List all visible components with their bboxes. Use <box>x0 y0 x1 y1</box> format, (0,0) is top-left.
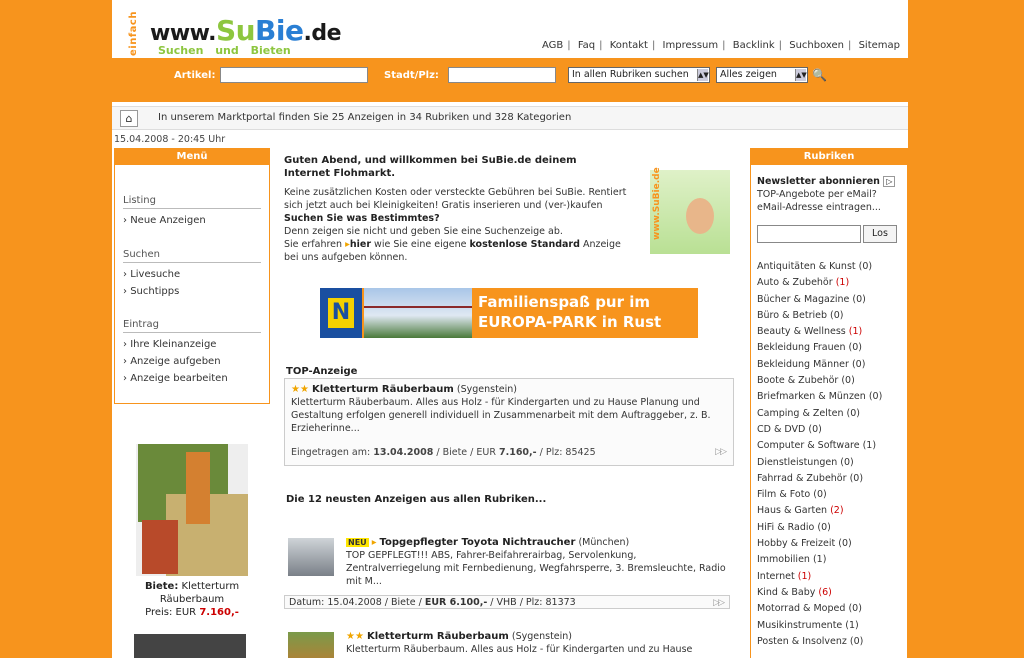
rubric-item[interactable]: Computer & Software (1) <box>757 438 903 454</box>
listing-item[interactable]: ★★ Kletterturm Räuberbaum (Sygenstein) K… <box>284 630 732 658</box>
home-icon[interactable]: ⌂ <box>120 110 138 127</box>
left-menu: Menü Listing › Neue Anzeigen Suchen › Li… <box>114 148 270 404</box>
rubric-item[interactable]: CD & DVD (0) <box>757 422 903 438</box>
forward-icon[interactable]: ▷▷ <box>715 447 727 457</box>
rubric-item[interactable]: Beauty & Wellness (1) <box>757 324 903 340</box>
rubric-item[interactable]: Dienstleistungen (0) <box>757 455 903 471</box>
promo-image-2[interactable] <box>134 634 246 658</box>
top-navigation: AGB | Faq | Kontakt | Impressum | Backlink | … <box>541 40 900 51</box>
right-rubrics-panel: Rubriken Newsletter abonnieren ▷ TOP-Ang… <box>750 148 908 658</box>
menu-section-eintrag: Eintrag <box>123 319 261 333</box>
portal-stats: In unserem Marktportal finden Sie 25 Anz… <box>158 112 572 123</box>
top-ad-meta: Eingetragen am: 13.04.2008 / Biete / EUR… <box>291 447 596 458</box>
menu-title: Menü <box>115 149 269 165</box>
select-arrow-icon: ▲▼ <box>697 69 709 81</box>
rubrik-select[interactable]: In allen Rubriken suchen ▲▼ <box>568 67 710 83</box>
listing-thumbnail[interactable] <box>288 538 334 576</box>
hier-link[interactable]: hier <box>350 239 371 250</box>
rubric-item[interactable]: Antiquitäten & Kunst (0) <box>757 259 903 275</box>
promo-image[interactable] <box>136 444 248 576</box>
top-ad-label: TOP-Anzeige <box>286 366 358 377</box>
rubric-list: Antiquitäten & Kunst (0) Auto & Zubehör … <box>757 259 903 650</box>
rubric-item[interactable]: Film & Foto (0) <box>757 487 903 503</box>
page-container: einfach www.SuBie.de Suchen und Bieten A… <box>112 0 908 658</box>
nav-faq[interactable]: Faq <box>578 40 595 51</box>
stadt-label: Stadt/Plz: <box>384 70 439 81</box>
rubric-item[interactable]: Haus & Garten (2) <box>757 503 903 519</box>
nav-agb[interactable]: AGB <box>542 40 563 51</box>
star-icon: ★★ <box>346 631 364 642</box>
rubric-item[interactable]: Internet (1) <box>757 569 903 585</box>
top-ad-box[interactable]: ★★ Kletterturm Räuberbaum (Sygenstein) K… <box>284 378 734 466</box>
listing-title[interactable]: Kletterturm Räuberbaum <box>367 631 509 642</box>
welcome-heading: Guten Abend, und willkommen bei SuBie.de… <box>284 155 577 179</box>
logo-subtitle: Suchen und Bieten <box>158 44 291 57</box>
forward-icon[interactable]: ▷▷ <box>713 596 725 610</box>
nav-backlink[interactable]: Backlink <box>733 40 775 51</box>
rubric-item[interactable]: Motorrad & Moped (0) <box>757 601 903 617</box>
rubric-item[interactable]: Hobby & Freizeit (0) <box>757 536 903 552</box>
search-icon[interactable]: 🔍 <box>812 68 827 82</box>
welcome-image: www.SuBie.de <box>650 167 730 254</box>
top-ad-body: Kletterturm Räuberbaum. Alles aus Holz -… <box>291 397 711 434</box>
rubric-item[interactable]: Posten & Insolvenz (0) <box>757 634 903 650</box>
nav-kontakt[interactable]: Kontakt <box>610 40 648 51</box>
menu-item-ihre-kleinanzeige[interactable]: › Ihre Kleinanzeige <box>123 339 216 350</box>
rubriken-title: Rubriken <box>751 149 907 165</box>
listing-title[interactable]: Topgepflegter Toyota Nichtraucher <box>380 537 576 548</box>
menu-item-anzeige-bearbeiten[interactable]: › Anzeige bearbeiten <box>123 373 228 384</box>
newsletter-submit-button[interactable]: Los <box>863 225 897 243</box>
listing-item[interactable]: NEU ▸ Topgepflegter Toyota Nichtraucher … <box>284 536 732 592</box>
rubric-item[interactable]: Camping & Zelten (0) <box>757 406 903 422</box>
rubric-item[interactable]: Musikinstrumente (1) <box>757 618 903 634</box>
welcome-text: Keine zusätzlichen Kosten oder versteckt… <box>284 187 627 263</box>
rubric-item[interactable]: Briefmarken & Münzen (0) <box>757 389 903 405</box>
menu-item-anzeige-aufgeben[interactable]: › Anzeige aufgeben <box>123 356 221 367</box>
current-datetime: 15.04.2008 - 20:45 Uhr <box>114 134 226 145</box>
rubric-item[interactable]: Büro & Betrieb (0) <box>757 308 903 324</box>
nav-impressum[interactable]: Impressum <box>663 40 719 51</box>
menu-item-suchtipps[interactable]: › Suchtipps <box>123 286 179 297</box>
logo-tagline: einfach <box>128 11 139 56</box>
artikel-label: Artikel: <box>174 70 216 81</box>
rubric-item[interactable]: HiFi & Radio (0) <box>757 520 903 536</box>
menu-section-suchen: Suchen <box>123 249 261 263</box>
listing-meta: Datum: 15.04.2008 / Biete / EUR 6.100,- … <box>284 595 730 609</box>
stadt-input[interactable] <box>448 67 556 83</box>
listing-thumbnail[interactable] <box>288 632 334 658</box>
arrow-icon[interactable]: ▷ <box>883 176 896 187</box>
newest-heading: Die 12 neusten Anzeigen aus allen Rubrik… <box>286 494 547 505</box>
rubric-item[interactable]: Bekleidung Frauen (0) <box>757 340 903 356</box>
europapark-banner[interactable]: N Familienspaß pur im EUROPA-PARK in Rust <box>320 288 698 338</box>
rubric-item[interactable]: Auto & Zubehör (1) <box>757 275 903 291</box>
menu-item-livesuche[interactable]: › Livesuche <box>123 269 180 280</box>
logo-wordmark: www.SuBie.de <box>150 14 342 47</box>
filter-select[interactable]: Alles zeigen ▲▼ <box>716 67 808 83</box>
select-arrow-icon: ▲▼ <box>795 69 807 81</box>
rubric-item[interactable]: Kind & Baby (6) <box>757 585 903 601</box>
newsletter-email-input[interactable] <box>757 225 861 243</box>
nav-sitemap[interactable]: Sitemap <box>859 40 900 51</box>
site-logo[interactable]: einfach www.SuBie.de Suchen und Bieten <box>126 8 342 60</box>
artikel-input[interactable] <box>220 67 368 83</box>
top-ad-title[interactable]: Kletterturm Räuberbaum <box>312 384 454 395</box>
left-promo[interactable]: Biete: Kletterturm Räuberbaum Preis: EUR… <box>132 444 252 619</box>
menu-section-listing: Listing <box>123 195 261 209</box>
new-badge: NEU <box>346 538 369 547</box>
star-icon: ★★ <box>291 384 309 395</box>
rubric-item[interactable]: Fahrrad & Zubehör (0) <box>757 471 903 487</box>
promo-caption: Biete: Kletterturm Räuberbaum Preis: EUR… <box>144 581 240 618</box>
search-bar: Artikel: Stadt/Plz: In allen Rubriken su… <box>112 58 908 102</box>
rubric-item[interactable]: Boote & Zubehör (0) <box>757 373 903 389</box>
menu-item-neue-anzeigen[interactable]: › Neue Anzeigen <box>123 215 206 226</box>
newsletter-box: Newsletter abonnieren ▷ TOP-Angebote per… <box>757 175 901 214</box>
info-bar: ⌂ In unserem Marktportal finden Sie 25 A… <box>112 106 908 130</box>
rubric-item[interactable]: Bücher & Magazine (0) <box>757 292 903 308</box>
rubric-item[interactable]: Immobilien (1) <box>757 552 903 568</box>
nav-suchboxen[interactable]: Suchboxen <box>789 40 844 51</box>
rubric-item[interactable]: Bekleidung Männer (0) <box>757 357 903 373</box>
